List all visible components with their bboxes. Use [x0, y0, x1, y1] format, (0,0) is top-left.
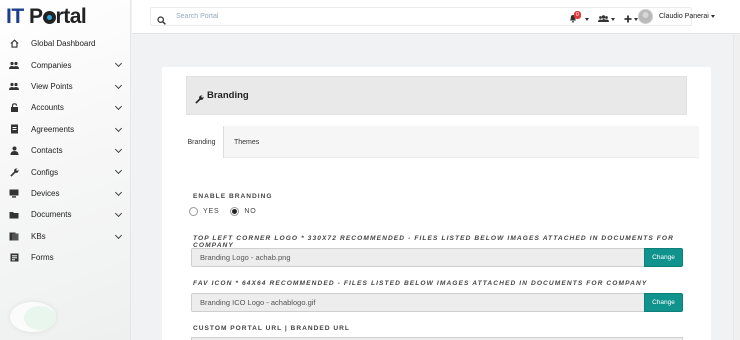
fav-icon-label: FAV ICON * 64X64 RECOMMENDED - FILES LIS…: [193, 280, 648, 287]
sidebar-item-agreements[interactable]: Agreements: [0, 119, 130, 140]
wrench-icon: [9, 167, 19, 177]
sidebar-item-documents[interactable]: Documents: [0, 204, 130, 225]
page-title: Branding: [207, 90, 249, 101]
chevron-down-icon: [114, 124, 123, 132]
user-menu[interactable]: Claudio Panerai: [659, 13, 715, 20]
sidebar-nav: Global Dashboard Companies View Points A…: [0, 33, 130, 268]
sidebar-item-companies[interactable]: Companies: [0, 54, 130, 75]
sidebar-item-kbs[interactable]: KBs: [0, 226, 130, 247]
wrench-icon: [195, 91, 204, 104]
chevron-down-icon: [114, 60, 123, 68]
sidebar-item-forms[interactable]: Forms: [0, 247, 130, 268]
decorative-blob: [24, 306, 56, 330]
sidebar-item-accounts[interactable]: Accounts: [0, 97, 130, 118]
sidebar-item-devices[interactable]: Devices: [0, 183, 130, 204]
sidebar-item-label: Forms: [31, 253, 54, 263]
radio-button[interactable]: [230, 207, 240, 216]
notification-badge: 0: [574, 11, 581, 19]
sidebar-item-label: Documents: [31, 210, 72, 220]
search-icon: [157, 12, 166, 25]
user-name: Claudio Panerai: [659, 13, 709, 20]
fav-icon-field: Branding ICO Logo - achablogo.gif Change: [191, 293, 683, 312]
folder-icon: [9, 210, 19, 220]
fav-icon-file-input[interactable]: Branding ICO Logo - achablogo.gif: [191, 293, 644, 312]
radio-button[interactable]: [189, 207, 198, 216]
enable-branding-radio-group: YES NO: [189, 207, 268, 216]
sidebar-item-label: Companies: [31, 60, 72, 70]
form-icon: [9, 253, 19, 263]
users-icon: [598, 10, 609, 28]
book-icon: [9, 231, 19, 241]
plus-icon: [624, 10, 632, 28]
change-logo-button[interactable]: Change: [644, 248, 683, 267]
tab-bar: Branding Themes: [180, 126, 699, 158]
sidebar-item-label: Accounts: [31, 103, 64, 113]
users-menu-button[interactable]: [598, 10, 615, 28]
sidebar-item-label: Global Dashboard: [31, 39, 96, 49]
scrollbar-track[interactable]: [733, 35, 740, 340]
change-fav-icon-button[interactable]: Change: [644, 293, 683, 312]
chevron-down-icon: [114, 210, 123, 218]
app-logo[interactable]: IT Prtal: [6, 5, 87, 28]
chevron-down-icon: [114, 81, 123, 89]
logo-field: Branding Logo - achab.png Change: [191, 248, 683, 267]
desktop-icon: [9, 188, 19, 198]
add-menu-button[interactable]: [624, 10, 638, 28]
chevron-down-icon: [114, 167, 123, 175]
eye-icon: [9, 81, 19, 91]
sidebar-item-label: Devices: [31, 188, 60, 198]
enable-branding-label: ENABLE BRANDING: [193, 193, 273, 200]
caret-down-icon: [585, 17, 589, 21]
sidebar-item-contacts[interactable]: Contacts: [0, 140, 130, 161]
chevron-down-icon: [114, 145, 123, 153]
notifications-button[interactable]: 0: [569, 10, 589, 28]
tab-branding[interactable]: Branding: [180, 126, 224, 158]
sidebar-item-label: Configs: [31, 167, 59, 177]
chevron-down-icon: [114, 231, 123, 239]
user-icon: [9, 146, 19, 156]
home-icon: [9, 39, 19, 49]
chevron-down-icon: [114, 188, 123, 196]
radio-yes[interactable]: YES: [189, 207, 219, 216]
radio-no[interactable]: NO: [230, 207, 256, 216]
caret-down-icon: [611, 17, 615, 21]
lock-icon: [9, 103, 19, 113]
people-icon: [9, 60, 19, 70]
top-icons: 0: [569, 10, 647, 28]
panel-header: Branding: [186, 76, 687, 115]
radio-yes-label: YES: [203, 208, 220, 215]
sidebar-item-label: KBs: [31, 231, 46, 241]
branding-panel: Branding Branding Themes ENABLE BRANDING…: [162, 67, 711, 340]
logo-label: TOP LEFT CORNER LOGO * 330X72 RECOMMENDE…: [193, 235, 674, 249]
sidebar-item-label: Agreements: [31, 124, 75, 134]
sidebar: IT Prtal Global Dashboard Companies View…: [0, 0, 131, 340]
sidebar-item-global-dashboard[interactable]: Global Dashboard: [0, 33, 130, 54]
sidebar-item-view-points[interactable]: View Points: [0, 76, 130, 97]
custom-url-label: CUSTOM PORTAL URL | BRANDED URL: [193, 325, 350, 332]
sidebar-item-label: View Points: [31, 81, 73, 91]
file-icon: [9, 124, 19, 134]
top-bar: 0 Claudio Panerai: [132, 0, 740, 34]
avatar[interactable]: [638, 9, 653, 24]
logo-file-input[interactable]: Branding Logo - achab.png: [191, 248, 644, 267]
sidebar-item-configs[interactable]: Configs: [0, 161, 130, 182]
caret-down-icon: [710, 15, 715, 18]
chevron-down-icon: [114, 103, 123, 111]
radio-no-label: NO: [244, 208, 257, 215]
sidebar-item-label: Contacts: [31, 146, 63, 156]
logo-text: IT Prtal: [6, 5, 87, 28]
tab-themes[interactable]: Themes: [234, 126, 259, 158]
